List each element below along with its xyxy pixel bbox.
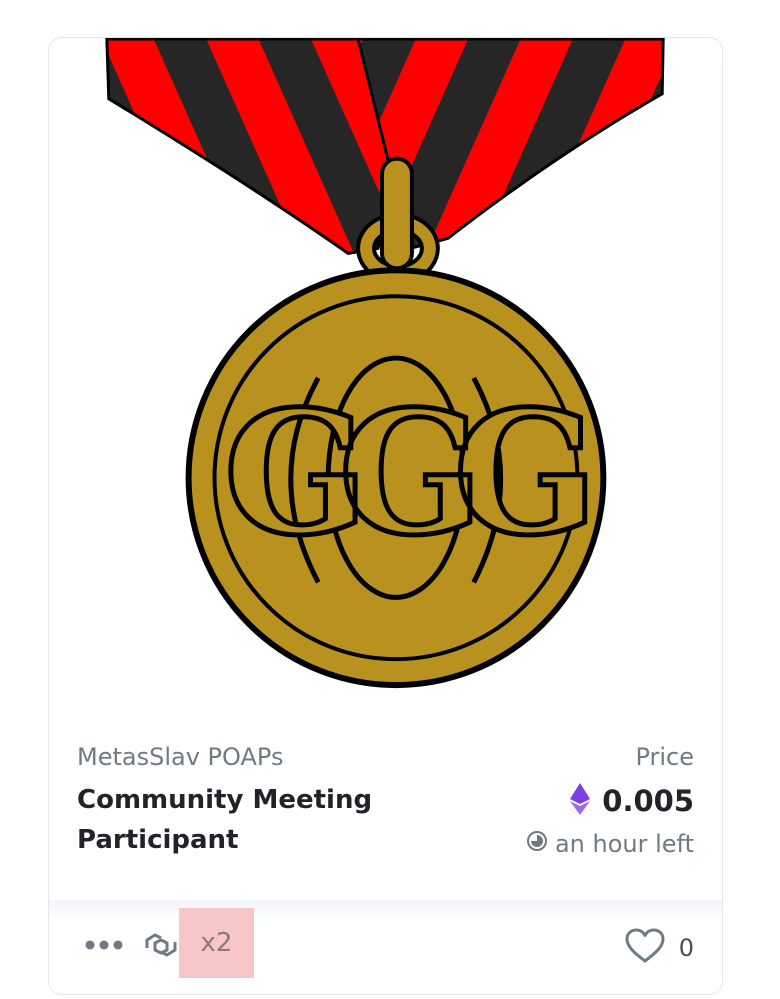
chain-link-icon	[143, 930, 179, 964]
clock-icon	[526, 830, 548, 858]
price-label: Price	[635, 743, 694, 771]
item-title[interactable]: Community Meeting Participant	[77, 780, 417, 860]
card-info: MetasSlav POAPs Community Meeting Partic…	[49, 738, 722, 898]
heart-icon[interactable]	[625, 928, 665, 968]
collection-name[interactable]: MetasSlav POAPs	[77, 743, 283, 771]
medal-monogram: GGG	[224, 374, 586, 573]
nft-image[interactable]: GGG	[49, 38, 722, 718]
ethereum-icon	[570, 783, 591, 819]
more-icon[interactable]	[85, 936, 125, 955]
medal-image: GGG	[105, 38, 665, 689]
price-value: 0.005	[602, 784, 694, 818]
nft-card[interactable]: GGG MetasSlav POAPs Community Meeting Pa…	[48, 37, 723, 995]
time-left: an hour left	[554, 830, 694, 858]
time-left-row: an hour left	[526, 830, 694, 858]
card-footer: x2 0	[49, 900, 722, 994]
price-row: 0.005	[570, 783, 694, 819]
likes: 0	[625, 928, 694, 968]
quantity-badge: x2	[179, 908, 254, 978]
like-count: 0	[678, 934, 694, 962]
